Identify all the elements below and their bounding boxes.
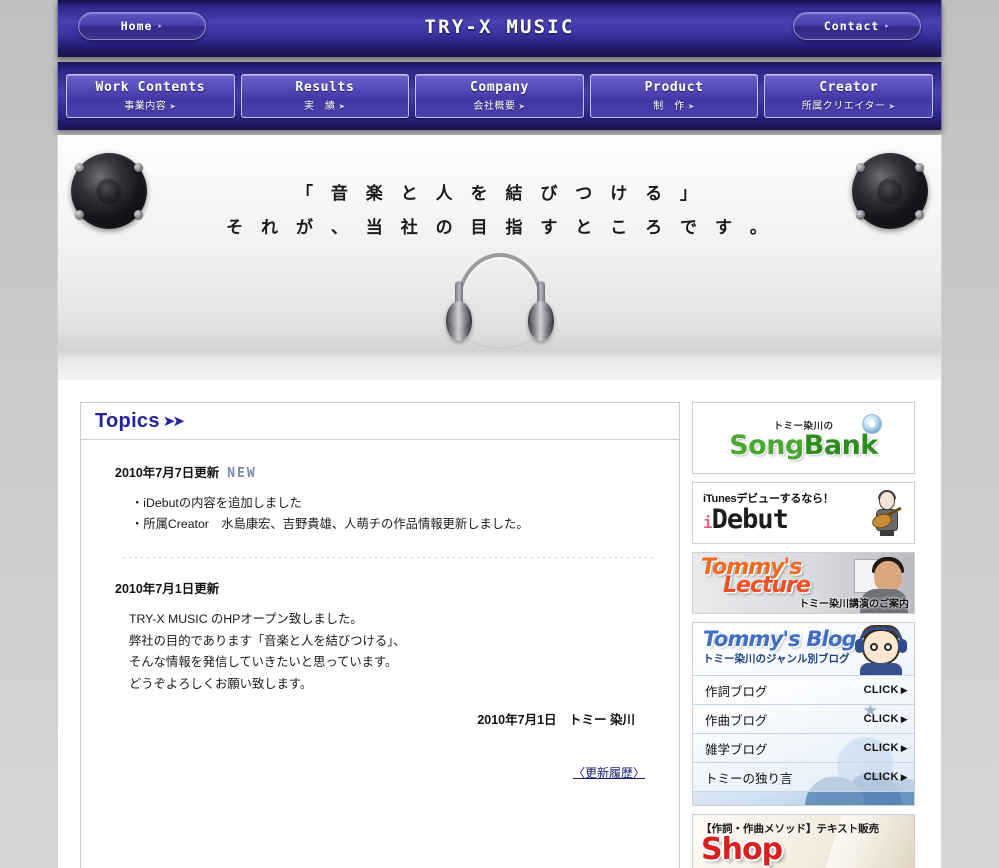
- blog-link-composition[interactable]: 作曲ブログ CLICK ▶: [693, 704, 914, 733]
- blog-link-label: 雑学ブログ: [705, 742, 768, 757]
- chevron-right-icon: ➤: [518, 102, 526, 111]
- nav-label-en: Company: [470, 80, 529, 95]
- topic-date-row: 2010年7月7日更新 NEW: [115, 462, 653, 481]
- topic-divider: [123, 557, 653, 558]
- double-chevron-icon: ➤➤: [162, 413, 185, 430]
- click-label: CLICK ▶: [863, 684, 908, 696]
- topic-item: 弊社の目的であります「音楽と人を結びつける」、: [129, 633, 406, 648]
- topic-date-row: 2010年7月1日更新: [115, 578, 653, 597]
- nav-label-jp: 実 績 ➤: [304, 101, 346, 112]
- triangle-right-icon: ▶: [900, 714, 908, 724]
- page-root: Home ➤ TRY-X MUSIC Contact ➤ Work Conten…: [0, 0, 999, 868]
- update-history-row: 〈更新履歴〉: [115, 764, 653, 782]
- shop-logo: Shop: [701, 832, 783, 867]
- blog-link-trivia[interactable]: 雑学ブログ CLICK ▶: [693, 733, 914, 762]
- sidebar: トミー染川の SongBank iTunesデビューするなら！ iDebut T…: [692, 402, 915, 868]
- nav-label-en: Results: [295, 80, 355, 95]
- nav-item-product[interactable]: Product 制 作 ➤: [589, 74, 759, 118]
- banner-songbank[interactable]: トミー染川の SongBank: [692, 402, 915, 474]
- topic-entry: 2010年7月1日更新 TRY-X MUSIC のHPオープン致しました。 弊社…: [115, 578, 653, 728]
- topic-date: 2010年7月7日更新: [115, 466, 220, 480]
- topics-panel: Topics ➤➤ 2010年7月7日更新 NEW ・iDebutの内容を追加し…: [80, 402, 680, 868]
- hero-banner: 「 音 楽 と 人 を 結 び つ け る 」 そ れ が 、 当 社 の 目 …: [57, 135, 942, 380]
- nav-label-en: Work Contents: [95, 80, 206, 95]
- nav-label-en: Creator: [819, 80, 879, 95]
- blog-link-label: トミーの独り言: [705, 771, 793, 786]
- tommy-avatar-icon: [854, 625, 908, 675]
- banner-shop[interactable]: 【作詞・作曲メソッド】テキスト販売 Shop: [692, 814, 915, 868]
- nav-item-company[interactable]: Company 会社概要 ➤: [415, 74, 584, 118]
- topic-date: 2010年7月1日更新: [115, 582, 220, 596]
- hero-tagline: 「 音 楽 と 人 を 結 び つ け る 」 そ れ が 、 当 社 の 目 …: [58, 177, 941, 245]
- banner-idebut[interactable]: iTunesデビューするなら！ iDebut: [692, 482, 915, 544]
- lecture-subtitle: トミー染川講演のご案内: [799, 599, 909, 610]
- banner-tommys-blog: ★ Tommy's Blog トミー染川のジャンル別ブログ: [692, 622, 915, 806]
- chevron-right-icon: ➤: [888, 102, 896, 111]
- chevron-right-icon: ➤: [687, 102, 695, 111]
- chevron-right-icon: ➤: [169, 102, 177, 111]
- blog-link-label: 作詞ブログ: [705, 684, 768, 699]
- update-history-link[interactable]: 〈更新履歴〉: [573, 766, 645, 780]
- banner-tommys-lecture[interactable]: Tommy's Lecture トミー染川講演のご案内: [692, 552, 915, 614]
- topic-item: そんな情報を発信していきたいと思っています。: [129, 655, 398, 669]
- contact-button[interactable]: Contact ➤: [793, 12, 921, 40]
- triangle-right-icon: ▶: [900, 743, 908, 753]
- blog-list-footer: [693, 791, 914, 805]
- topics-title: Topics: [95, 409, 160, 432]
- nav-item-results[interactable]: Results 実 績 ➤: [240, 74, 410, 118]
- site-header: Home ➤ TRY-X MUSIC Contact ➤: [57, 0, 942, 57]
- main-navigation: Work Contents 事業内容 ➤ Results 実 績 ➤ Company…: [57, 62, 942, 130]
- topic-entry: 2010年7月7日更新 NEW ・iDebutの内容を追加しました ・所属Cre…: [115, 462, 653, 535]
- topic-item: ・iDebutの内容を追加しました: [131, 496, 302, 510]
- new-badge: NEW: [227, 466, 257, 481]
- triangle-right-icon: ▶: [900, 772, 908, 782]
- blog-link-label: 作曲ブログ: [705, 713, 768, 728]
- topic-signature: 2010年7月1日 トミー 染川: [477, 713, 635, 727]
- blog-header: Tommy's Blog トミー染川のジャンル別ブログ: [693, 623, 914, 675]
- nav-label-jp: 制 作 ➤: [653, 101, 695, 112]
- hero-line-1: 「 音 楽 と 人 を 結 び つ け る 」: [295, 184, 704, 204]
- lecture-logo-line2: Lecture: [723, 573, 811, 598]
- nav-label-jp: 会社概要 ➤: [473, 101, 526, 112]
- click-label: CLICK ▶: [863, 771, 908, 783]
- nav-label-en: Product: [644, 80, 704, 95]
- click-label: CLICK ▶: [863, 713, 908, 725]
- nav-label-jp: 事業内容 ➤: [124, 101, 177, 112]
- cd-disc-icon: [861, 413, 882, 434]
- chevron-right-icon: ➤: [884, 21, 891, 31]
- topic-item: どうぞよろしくお願い致します。: [129, 676, 313, 691]
- blog-link-list: 作詞ブログ CLICK ▶ 作曲ブログ CLICK ▶ 雑学ブログ CLICK ▶: [693, 675, 914, 805]
- headphones-reflection: [440, 310, 560, 349]
- click-label: CLICK ▶: [863, 742, 908, 754]
- nav-label-jp: 所属クリエイター ➤: [801, 101, 896, 112]
- hero-line-2: そ れ が 、 当 社 の 目 指 す と こ ろ で す 。: [226, 218, 773, 238]
- chevron-right-icon: ➤: [338, 102, 346, 111]
- topics-header: Topics ➤➤: [81, 403, 679, 440]
- idebut-logo: iDebut: [703, 503, 789, 535]
- blog-link-lyrics[interactable]: 作詞ブログ CLICK ▶: [693, 675, 914, 704]
- main-content: Topics ➤➤ 2010年7月7日更新 NEW ・iDebutの内容を追加し…: [57, 380, 942, 868]
- songbank-logo: SongBank: [729, 429, 878, 461]
- blog-link-monologue[interactable]: トミーの独り言 CLICK ▶: [693, 762, 914, 791]
- pink-mark-icon: i: [703, 512, 713, 532]
- triangle-right-icon: ▶: [900, 685, 908, 695]
- topic-item: TRY-X MUSIC のHPオープン致しました。: [129, 612, 363, 626]
- contact-label: Contact: [823, 19, 880, 33]
- guitarist-illustration-icon: [870, 490, 904, 536]
- nav-item-work-contents[interactable]: Work Contents 事業内容 ➤: [66, 74, 235, 118]
- nav-item-creator[interactable]: Creator 所属クリエイター ➤: [764, 74, 933, 118]
- topic-item: ・所属Creator 水島康宏、吉野貴雄、人萌チの作品情報更新しました。: [131, 517, 529, 531]
